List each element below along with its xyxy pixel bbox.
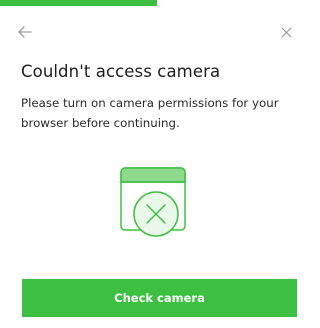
progress-bar: [0, 0, 308, 6]
back-button[interactable]: [13, 20, 37, 44]
arrow-left-icon: [18, 26, 32, 38]
camera-permission-screen: Couldn't access camera Please turn on ca…: [0, 0, 308, 328]
close-icon: [280, 26, 292, 38]
page-title: Couldn't access camera: [21, 62, 221, 81]
permission-message: Please turn on camera permissions for yo…: [21, 96, 279, 130]
close-button[interactable]: [274, 20, 298, 44]
progress-bar-fill: [0, 0, 158, 6]
check-camera-button[interactable]: Check camera: [22, 279, 297, 317]
browser-window-error-icon: [119, 166, 197, 240]
